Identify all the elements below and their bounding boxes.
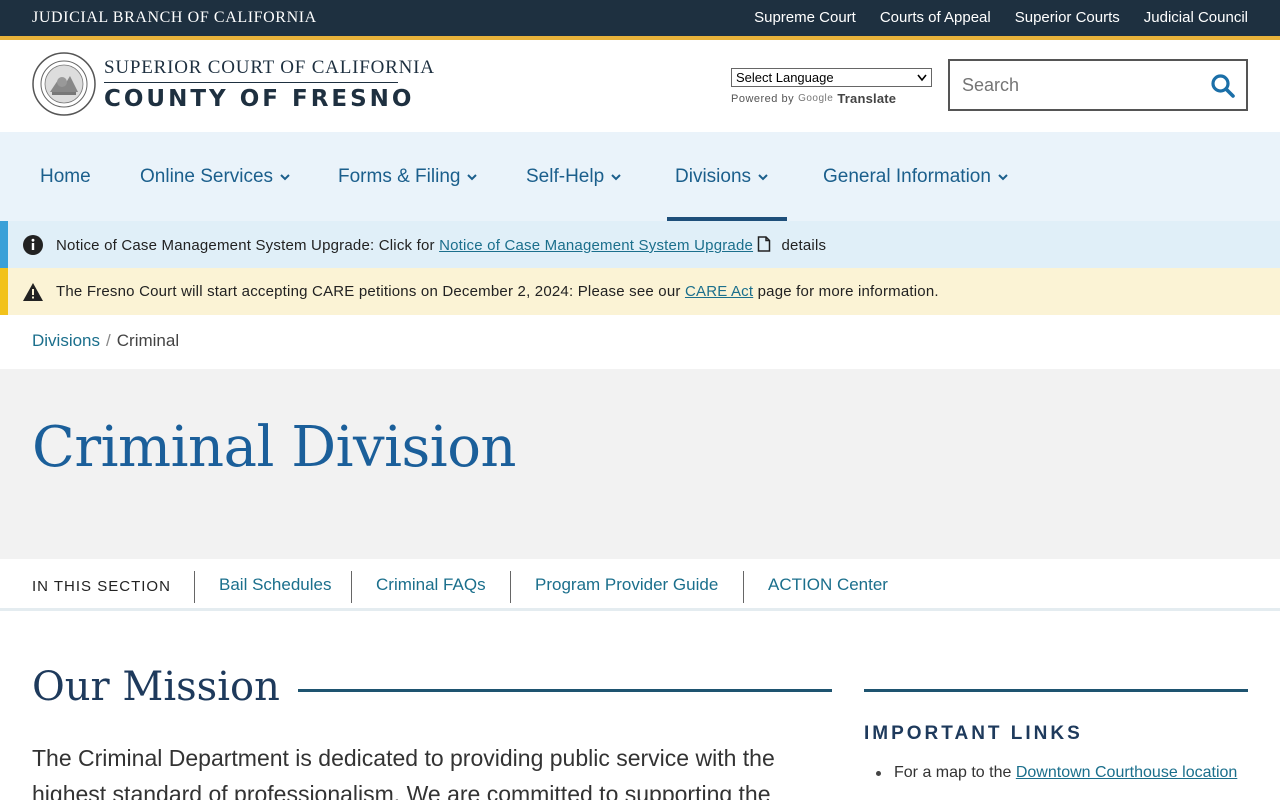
nav-label: Home	[40, 165, 91, 187]
top-utility-bar: JUDICIAL BRANCH OF CALIFORNIA Supreme Co…	[0, 0, 1280, 36]
breadcrumb-current: Criminal	[116, 331, 180, 350]
search-input[interactable]	[962, 73, 1202, 97]
court-name-line2[interactable]: COUNTY OF FRESNO	[104, 86, 414, 112]
important-links-list: For a map to the Downtown Courthouse loc…	[876, 762, 1248, 784]
info-alert-bar	[0, 221, 8, 268]
page-title: Criminal Division	[32, 415, 517, 480]
chevron-down-icon	[280, 173, 290, 180]
page-hero: Criminal Division	[0, 369, 1280, 559]
document-icon	[757, 236, 771, 252]
nav-label: Divisions	[675, 165, 752, 187]
language-select[interactable]: Select Language	[731, 68, 932, 87]
section-link-criminal-faqs[interactable]: Criminal FAQs	[351, 571, 486, 603]
site-header: SUPERIOR COURT OF CALIFORNIA COUNTY OF F…	[0, 40, 1280, 132]
list-item: For a map to the Downtown Courthouse loc…	[876, 762, 1248, 784]
downtown-courthouse-link[interactable]: Downtown Courthouse location	[1016, 764, 1237, 781]
chevron-down-icon	[467, 173, 478, 180]
breadcrumb-divisions-link[interactable]: Divisions	[32, 331, 100, 350]
mission-heading: Our Mission	[32, 664, 280, 710]
important-links-heading: IMPORTANT LINKS	[864, 723, 1083, 744]
search-icon[interactable]	[1210, 73, 1236, 99]
warning-alert-bar	[0, 268, 8, 315]
court-name-line1[interactable]: SUPERIOR COURT OF CALIFORNIA	[104, 57, 435, 79]
sidebar-rule	[864, 689, 1248, 692]
chevron-down-icon	[758, 173, 768, 180]
court-seal-icon[interactable]	[32, 52, 96, 116]
warning-alert: The Fresno Court will start accepting CA…	[0, 268, 1280, 315]
nav-item-self-help[interactable]: Self-Help	[526, 132, 622, 221]
info-alert-prefix: Notice of Case Management System Upgrade…	[56, 237, 435, 254]
judicial-branch-brand[interactable]: JUDICIAL BRANCH OF CALIFORNIA	[32, 9, 317, 27]
top-link-courts-of-appeal[interactable]: Courts of Appeal	[880, 9, 991, 26]
chevron-down-icon	[611, 173, 621, 180]
nav-item-divisions[interactable]: Divisions	[666, 132, 788, 221]
breadcrumb-separator: /	[106, 331, 111, 350]
breadcrumb: Divisions / Criminal	[32, 331, 179, 351]
warning-alert-text: The Fresno Court will start accepting CA…	[56, 283, 939, 300]
google-translate-credit: Powered by Google Translate	[731, 91, 896, 106]
powered-by-label: Powered by	[731, 92, 795, 105]
nav-label: General Information	[823, 165, 991, 187]
info-alert: Notice of Case Management System Upgrade…	[0, 221, 1280, 268]
section-link-program-provider-guide[interactable]: Program Provider Guide	[510, 571, 718, 603]
mission-text: The Criminal Department is dedicated to …	[32, 745, 775, 800]
link-prefix: For a map to the	[894, 764, 1012, 781]
top-links: Supreme Court Courts of Appeal Superior …	[754, 9, 1248, 26]
search-box	[948, 59, 1248, 111]
logo-rule	[104, 82, 398, 83]
section-link-bail-schedules[interactable]: Bail Schedules	[194, 571, 331, 603]
nav-item-online-services[interactable]: Online Services	[140, 132, 291, 221]
nav-label: Online Services	[140, 165, 274, 187]
care-act-link[interactable]: CARE Act	[685, 283, 753, 300]
select-arrow-icon	[917, 74, 927, 81]
info-alert-text: Notice of Case Management System Upgrade…	[56, 236, 826, 254]
chevron-down-icon	[998, 173, 1008, 180]
section-link-action-center[interactable]: ACTION Center	[743, 571, 888, 603]
mission-heading-rule	[298, 689, 832, 692]
top-link-judicial-council[interactable]: Judicial Council	[1144, 9, 1248, 26]
main-nav: Home Online Services Forms & Filing Self…	[0, 132, 1280, 221]
warning-alert-prefix: The Fresno Court will start accepting CA…	[56, 283, 681, 300]
section-nav-label: IN THIS SECTION	[32, 578, 171, 595]
nav-item-general-information[interactable]: General Information	[823, 132, 1009, 221]
info-alert-suffix: details	[781, 237, 827, 254]
info-icon	[23, 235, 43, 255]
top-link-superior-courts[interactable]: Superior Courts	[1015, 9, 1120, 26]
nav-label: Forms & Filing	[338, 165, 461, 187]
nav-item-home[interactable]: Home	[40, 132, 91, 221]
warning-alert-suffix: page for more information.	[757, 283, 939, 300]
nav-item-forms-filing[interactable]: Forms & Filing	[338, 132, 478, 221]
top-link-supreme-court[interactable]: Supreme Court	[754, 9, 856, 26]
language-select-value: Select Language	[736, 70, 834, 85]
nav-label: Self-Help	[526, 165, 605, 187]
warning-icon	[23, 283, 43, 301]
section-nav: IN THIS SECTION Bail Schedules Criminal …	[0, 559, 1280, 611]
translate-label[interactable]: Translate	[837, 91, 896, 106]
case-management-notice-link[interactable]: Notice of Case Management System Upgrade	[439, 237, 753, 254]
google-logo[interactable]: Google	[798, 93, 833, 104]
